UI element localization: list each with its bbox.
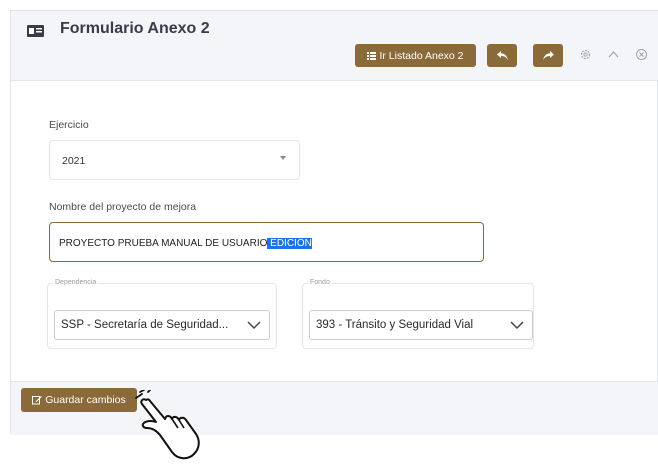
nombre-value-text: PROYECTO PRUEBA MANUAL DE USUARIO bbox=[59, 238, 268, 249]
ejercicio-value: 2021 bbox=[62, 155, 86, 167]
chevron-down-icon bbox=[247, 321, 261, 330]
chevron-down-icon bbox=[510, 321, 524, 330]
fondo-legend: Fondo bbox=[308, 279, 332, 286]
caret-down-icon bbox=[280, 156, 286, 160]
save-changes-label: Guardar cambios bbox=[45, 394, 126, 406]
dependencia-legend: Dependencia bbox=[53, 279, 99, 286]
nombre-label: Nombre del proyecto de mejora bbox=[49, 201, 197, 213]
fondo-fieldset: Fondo 393 - Tránsito y Seguridad Vial bbox=[302, 279, 534, 349]
card-header: Formulario Anexo 2 Ir Listado Anexo 2 bbox=[11, 11, 658, 81]
dependencia-select[interactable]: SSP - Secretaría de Seguridad... bbox=[54, 310, 270, 340]
fondo-value: 393 - Tránsito y Seguridad Vial bbox=[316, 319, 474, 331]
gear-icon[interactable] bbox=[579, 48, 592, 61]
close-circle-icon[interactable] bbox=[635, 48, 648, 61]
ejercicio-select[interactable]: 2021 bbox=[49, 140, 300, 180]
go-to-list-button[interactable]: Ir Listado Anexo 2 bbox=[355, 44, 476, 67]
chevron-up-icon[interactable] bbox=[607, 48, 620, 61]
fondo-select[interactable]: 393 - Tránsito y Seguridad Vial bbox=[309, 310, 533, 340]
page-title: Formulario Anexo 2 bbox=[60, 20, 210, 37]
nombre-selected-text: EDICIÓN bbox=[267, 238, 312, 249]
reply-icon bbox=[496, 51, 508, 60]
go-to-list-label: Ir Listado Anexo 2 bbox=[379, 49, 464, 62]
list-icon bbox=[367, 51, 377, 60]
nombre-value: PROYECTO PRUEBA MANUAL DE USUARIO EDICIÓ… bbox=[59, 238, 312, 249]
forward-button[interactable] bbox=[533, 44, 563, 67]
nombre-input[interactable]: PROYECTO PRUEBA MANUAL DE USUARIO EDICIÓ… bbox=[49, 222, 484, 262]
hand-pointer-icon bbox=[135, 390, 200, 460]
form-card: Formulario Anexo 2 Ir Listado Anexo 2 Ej… bbox=[10, 10, 658, 435]
save-changes-button[interactable]: Guardar cambios bbox=[21, 388, 137, 412]
back-button[interactable] bbox=[487, 44, 517, 67]
id-card-icon bbox=[27, 25, 44, 37]
edit-icon bbox=[32, 396, 43, 405]
share-icon bbox=[542, 51, 554, 60]
dependencia-value: SSP - Secretaría de Seguridad... bbox=[61, 319, 229, 331]
ejercicio-label: Ejercicio bbox=[49, 119, 89, 131]
dependencia-fieldset: Dependencia SSP - Secretaría de Segurida… bbox=[47, 279, 277, 349]
